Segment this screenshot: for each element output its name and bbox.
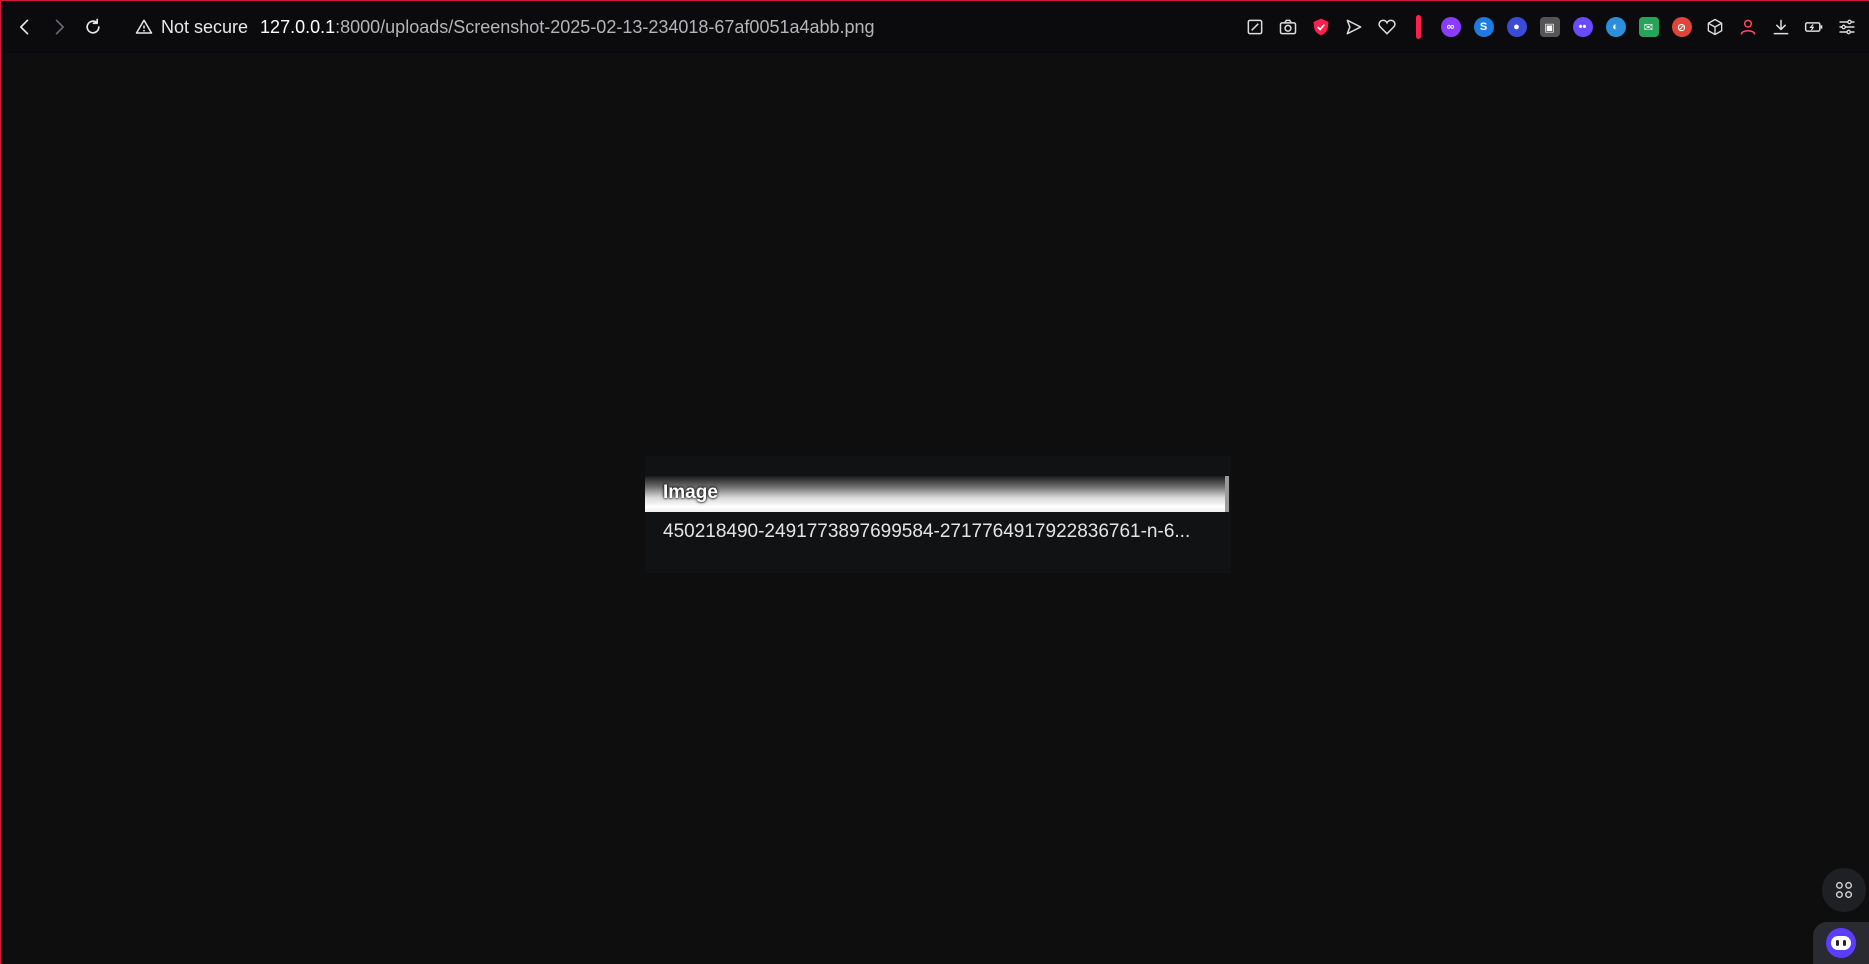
download-icon	[1773, 19, 1788, 35]
warning-icon	[135, 19, 153, 34]
reload-button[interactable]	[77, 11, 109, 43]
address-bar[interactable]: Not secure 127.0.0.1:8000/uploads/Screen…	[135, 11, 875, 43]
extension-globe-icon: ◐	[1605, 17, 1626, 37]
url-host: 127.0.0.1	[260, 16, 336, 37]
chevron-left-icon	[20, 19, 29, 35]
share-button[interactable]	[1342, 16, 1365, 39]
back-button[interactable]	[9, 11, 41, 43]
browser-toolbar: Not secure 127.0.0.1:8000/uploads/Screen…	[1, 1, 1869, 53]
extension-purple[interactable]: ∞	[1439, 16, 1462, 39]
profile-button[interactable]	[1736, 16, 1759, 39]
camera-icon	[1279, 19, 1296, 35]
sliders-icon	[1839, 19, 1854, 35]
image-header-edge	[1225, 476, 1229, 512]
extension-red-circle[interactable]: ⊘	[1670, 16, 1693, 39]
displayed-image[interactable]: Image 450218490-2491773897699584-2717764…	[645, 456, 1231, 573]
extension-alien-icon: ●	[1506, 17, 1527, 37]
extensions-button[interactable]	[1703, 16, 1726, 39]
extension-face-icon: ••	[1572, 17, 1593, 37]
battery-saver-button[interactable]	[1802, 16, 1825, 39]
extension-face[interactable]: ••	[1571, 16, 1594, 39]
apps-button[interactable]	[1822, 868, 1866, 912]
assistant-face-icon	[1826, 928, 1856, 958]
extension-purple-icon: ∞	[1440, 17, 1461, 37]
chevron-right-icon	[55, 19, 64, 35]
accent-separator	[1416, 15, 1421, 39]
edit-button[interactable]	[1243, 16, 1266, 39]
extension-blue-s[interactable]: S	[1472, 16, 1495, 39]
favorite-button[interactable]	[1375, 16, 1398, 39]
extension-red-circle-icon: ⊘	[1671, 17, 1692, 37]
url-path: :8000/uploads/Screenshot-2025-02-13-2340…	[335, 16, 875, 37]
apps-grid-icon	[1835, 881, 1853, 899]
extension-gray-box[interactable]: ▣	[1538, 16, 1561, 39]
extension-mail[interactable]: ✉	[1637, 16, 1660, 39]
heart-icon	[1377, 19, 1396, 35]
toolbar-actions: ∞ S ● ▣ •• ◐ ✉ ⊘	[1243, 1, 1858, 53]
browser-window: Not secure 127.0.0.1:8000/uploads/Screen…	[0, 0, 1869, 964]
forward-button[interactable]	[43, 11, 75, 43]
profile-icon	[1740, 19, 1755, 35]
screenshot-button[interactable]	[1276, 16, 1299, 39]
battery-icon	[1804, 22, 1822, 32]
image-header-label: Image	[663, 482, 718, 503]
extension-blue-s-icon: S	[1473, 17, 1494, 37]
cube-icon	[1707, 18, 1722, 36]
security-status[interactable]: Not secure	[161, 17, 248, 38]
edit-icon	[1247, 19, 1262, 35]
extension-mail-icon: ✉	[1638, 17, 1659, 37]
adblock-button[interactable]	[1309, 16, 1332, 39]
shield-check-icon	[1313, 18, 1328, 36]
easy-setup-button[interactable]	[1835, 16, 1858, 39]
extension-alien[interactable]: ●	[1505, 16, 1528, 39]
image-filename: 450218490-2491773897699584-2717764917922…	[663, 521, 1191, 542]
reload-icon	[86, 18, 100, 34]
extension-globe[interactable]: ◐	[1604, 16, 1627, 39]
image-header-band	[645, 476, 1225, 512]
send-icon	[1346, 19, 1361, 35]
downloads-button[interactable]	[1769, 16, 1792, 39]
extension-gray-box-icon: ▣	[1539, 17, 1560, 37]
assistant-button[interactable]	[1813, 922, 1869, 964]
navigation-controls	[9, 11, 109, 43]
